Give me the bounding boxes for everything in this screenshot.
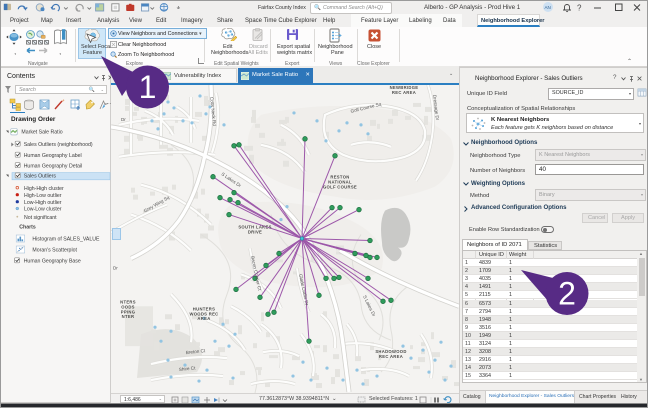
svg-text:High-Low outlier: High-Low outlier bbox=[24, 193, 62, 199]
svg-text:High-High cluster: High-High cluster bbox=[24, 186, 64, 192]
svg-text:NTER: NTER bbox=[122, 314, 135, 319]
svg-text:Charts: Charts bbox=[19, 224, 36, 230]
svg-text:Low-Low cluster: Low-Low cluster bbox=[24, 207, 62, 213]
svg-text:Market Sale Ratio: Market Sale Ratio bbox=[21, 130, 62, 136]
svg-text:REC AREA: REC AREA bbox=[392, 90, 416, 95]
svg-text:AREA: AREA bbox=[197, 316, 210, 321]
svg-text:1: 1 bbox=[139, 69, 157, 105]
svg-text:Sales Outliers: Sales Outliers bbox=[24, 174, 57, 180]
svg-text:Sales Outliers (neighborhood): Sales Outliers (neighborhood) bbox=[24, 142, 93, 148]
svg-text:Human Geography Detail: Human Geography Detail bbox=[24, 164, 83, 170]
svg-text:?: ? bbox=[577, 4, 582, 13]
svg-text:REC AREA: REC AREA bbox=[379, 354, 403, 359]
svg-text:Dr: Dr bbox=[121, 117, 126, 122]
svg-text:Dr: Dr bbox=[113, 265, 118, 270]
svg-text:Human Geography Base: Human Geography Base bbox=[24, 259, 81, 265]
svg-text:Not significant: Not significant bbox=[24, 215, 57, 221]
svg-text:Histogram of SALES_VALUE: Histogram of SALES_VALUE bbox=[32, 236, 100, 242]
svg-text:Low-High outlier: Low-High outlier bbox=[24, 200, 62, 206]
svg-text:DRIVE: DRIVE bbox=[248, 230, 262, 235]
svg-text:Moran's Scatterplot: Moran's Scatterplot bbox=[32, 247, 77, 253]
svg-text:Human Geography Label: Human Geography Label bbox=[24, 153, 82, 159]
svg-text:2: 2 bbox=[558, 276, 576, 312]
svg-text:GOLF COURSE: GOLF COURSE bbox=[323, 185, 357, 190]
